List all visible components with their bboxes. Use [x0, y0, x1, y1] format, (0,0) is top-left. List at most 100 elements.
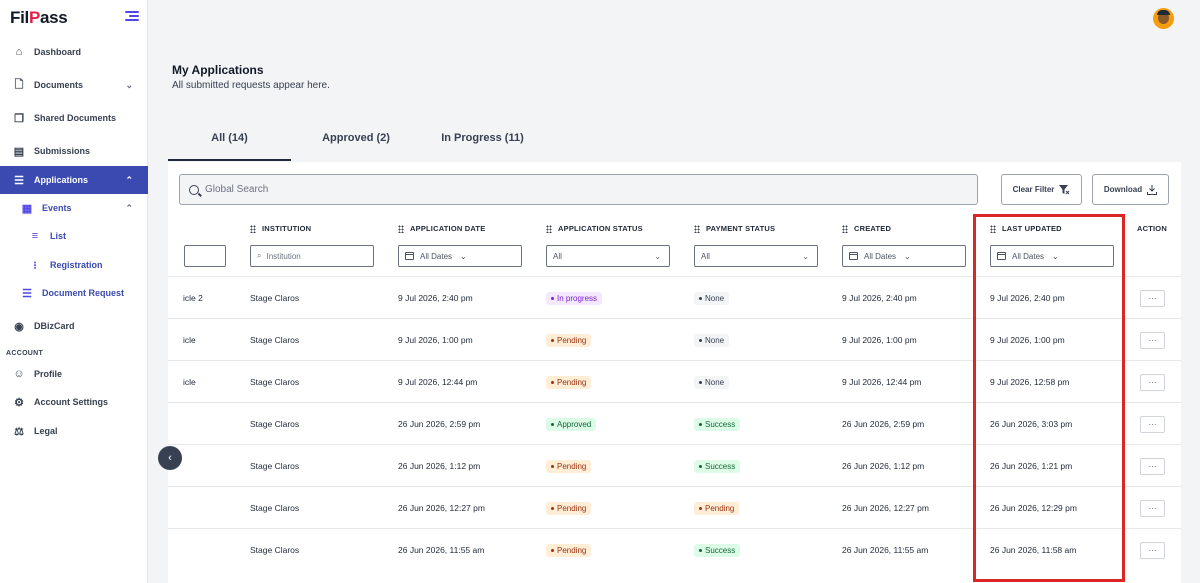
- drag-handle-icon[interactable]: [398, 224, 404, 233]
- submissions-icon: ▤: [13, 145, 25, 158]
- chevron-up-icon: ⌃: [125, 174, 133, 185]
- sidebar-item-submissions[interactable]: ▤ Submissions: [0, 138, 148, 164]
- status-badge-label: Pending: [557, 377, 587, 387]
- payment-status-filter[interactable]: All ⌄: [694, 245, 818, 267]
- table-row[interactable]: Stage Claros 26 Jun 2026, 2:59 pm Approved…: [168, 402, 1181, 444]
- cell-application-date: 9 Jul 2026, 2:40 pm: [398, 293, 473, 303]
- column-header-payment-status[interactable]: PAYMENT STATUS: [694, 224, 775, 233]
- sidebar-item-label: List: [50, 231, 67, 241]
- calendar-icon: [405, 252, 414, 260]
- tab-approved[interactable]: Approved (2): [300, 132, 412, 144]
- sidebar-item-documents[interactable]: 🗋 Documents ⌄: [0, 72, 148, 98]
- cell-application-date: 26 Jun 2026, 12:27 pm: [398, 503, 485, 513]
- status-dot-icon: [551, 422, 554, 426]
- created-filter[interactable]: All Dates ⌄: [842, 245, 966, 267]
- status-badge-label: Pending: [557, 335, 587, 345]
- cell-name: icle 2: [183, 293, 203, 303]
- cell-payment-status: Success: [694, 403, 741, 445]
- sidebar-item-dbizcard[interactable]: ◉ DBizCard: [0, 313, 148, 339]
- drag-handle-icon[interactable]: [250, 224, 256, 233]
- cell-application-status: Approved: [546, 403, 597, 445]
- column-header-application-date[interactable]: APPLICATION DATE: [398, 224, 485, 233]
- cell-application-date: 9 Jul 2026, 1:00 pm: [398, 335, 473, 345]
- download-label: Download: [1103, 185, 1143, 194]
- collapse-sidebar-button[interactable]: ‹: [158, 446, 182, 470]
- status-badge: Pending: [546, 375, 592, 389]
- status-dot-icon: [551, 296, 554, 300]
- cell-application-status: Pending: [546, 487, 592, 529]
- cell-institution: Stage Claros: [250, 419, 300, 429]
- drag-handle-icon[interactable]: [842, 224, 848, 233]
- status-dot-icon: [551, 380, 554, 384]
- global-search[interactable]: [179, 174, 978, 205]
- sidebar-item-account-settings[interactable]: ⚙ Account Settings: [0, 389, 148, 415]
- sidebar-item-profile[interactable]: ☺ Profile: [0, 361, 148, 387]
- tab-all[interactable]: All (14): [168, 132, 291, 144]
- cell-created: 9 Jul 2026, 2:40 pm: [842, 293, 917, 303]
- sidebar-item-registration[interactable]: ⁝ Registration: [0, 252, 148, 278]
- chevron-down-icon: ⌄: [460, 251, 467, 261]
- status-badge: In progress: [546, 291, 603, 305]
- row-actions-button[interactable]: ···: [1140, 541, 1165, 559]
- status-dot-icon: [699, 548, 702, 552]
- status-badge-label: Pending: [557, 503, 587, 513]
- cell-action: ···: [1140, 529, 1165, 571]
- column-header-created[interactable]: CREATED: [842, 224, 891, 233]
- cell-last-updated: 26 Jun 2026, 1:21 pm: [990, 461, 1073, 471]
- avatar[interactable]: [1153, 8, 1174, 29]
- status-badge-label: In progress: [557, 293, 598, 303]
- table-row[interactable]: icle Stage Claros 9 Jul 2026, 12:44 pm Pend…: [168, 360, 1181, 402]
- cell-action: ···: [1140, 361, 1165, 403]
- menu-toggle-icon[interactable]: [125, 11, 139, 23]
- institution-filter[interactable]: ⌕ Institution: [250, 245, 374, 267]
- list-ordered-icon: ☰: [14, 174, 24, 187]
- sidebar-item-legal[interactable]: ⚖ Legal: [0, 418, 148, 444]
- status-dot-icon: [699, 296, 702, 300]
- sidebar-item-list[interactable]: ≡ List: [0, 223, 148, 249]
- row-actions-button[interactable]: ···: [1140, 499, 1165, 517]
- sidebar-item-dashboard[interactable]: ⌂ Dashboard: [0, 39, 148, 65]
- sidebar-item-label: Profile: [34, 369, 63, 379]
- cell-last-updated: 26 Jun 2026, 11:58 am: [990, 545, 1077, 555]
- sidebar-item-shared-documents[interactable]: ❐ Shared Documents: [0, 105, 148, 131]
- status-dot-icon: [699, 422, 702, 426]
- row-actions-button[interactable]: ···: [1140, 415, 1165, 433]
- payment-badge-label: None: [705, 335, 725, 345]
- cell-created: 26 Jun 2026, 11:55 am: [842, 545, 929, 555]
- application-date-filter[interactable]: All Dates ⌄: [398, 245, 522, 267]
- status-dot-icon: [699, 338, 702, 342]
- cell-application-date: 26 Jun 2026, 1:12 pm: [398, 461, 481, 471]
- filpass-logo[interactable]: FilPass: [10, 8, 68, 28]
- cell-institution: Stage Claros: [250, 461, 300, 471]
- last-updated-filter[interactable]: All Dates ⌄: [990, 245, 1114, 267]
- column-header-last-updated[interactable]: LAST UPDATED: [990, 224, 1062, 233]
- cell-application-date: 26 Jun 2026, 2:59 pm: [398, 419, 481, 429]
- sidebar-item-events[interactable]: ▦ Events ⌃: [0, 195, 148, 221]
- table-row[interactable]: icle 2 Stage Claros 9 Jul 2026, 2:40 pm In …: [168, 276, 1181, 318]
- row-actions-button[interactable]: ···: [1140, 289, 1165, 307]
- row-actions-button[interactable]: ···: [1140, 331, 1165, 349]
- drag-handle-icon[interactable]: [546, 224, 552, 233]
- sidebar-item-document-request[interactable]: ☰ Document Request: [0, 280, 148, 306]
- sidebar: FilPass ⌂ Dashboard 🗋 Documents ⌄ ❐ Shar…: [0, 0, 148, 583]
- table-row[interactable]: Stage Claros 26 Jun 2026, 12:27 pm Pending…: [168, 486, 1181, 528]
- application-status-filter[interactable]: All ⌄: [546, 245, 670, 267]
- column-header-application-status[interactable]: APPLICATION STATUS: [546, 224, 643, 233]
- row-actions-button[interactable]: ···: [1140, 457, 1165, 475]
- name-filter[interactable]: [184, 245, 226, 267]
- download-button[interactable]: Download: [1092, 174, 1169, 205]
- table-row[interactable]: Stage Claros 26 Jun 2026, 1:12 pm Pending S…: [168, 444, 1181, 486]
- clear-filter-button[interactable]: Clear Filter: [1001, 174, 1082, 205]
- table-row[interactable]: Stage Claros 26 Jun 2026, 11:55 am Pending…: [168, 528, 1181, 570]
- document-icon: 🗋: [14, 78, 24, 91]
- row-actions-button[interactable]: ···: [1140, 373, 1165, 391]
- tab-in-progress[interactable]: In Progress (11): [425, 132, 540, 144]
- drag-handle-icon[interactable]: [694, 224, 700, 233]
- status-badge-label: Pending: [557, 545, 587, 555]
- table-row[interactable]: icle Stage Claros 9 Jul 2026, 1:00 pm Pendi…: [168, 318, 1181, 360]
- drag-handle-icon[interactable]: [990, 224, 996, 233]
- sidebar-item-label: Dashboard: [34, 47, 82, 57]
- sidebar-item-applications[interactable]: ☰ Applications ⌃: [0, 166, 148, 194]
- global-search-input[interactable]: [205, 184, 965, 195]
- column-header-institution[interactable]: INSTITUTION: [250, 224, 311, 233]
